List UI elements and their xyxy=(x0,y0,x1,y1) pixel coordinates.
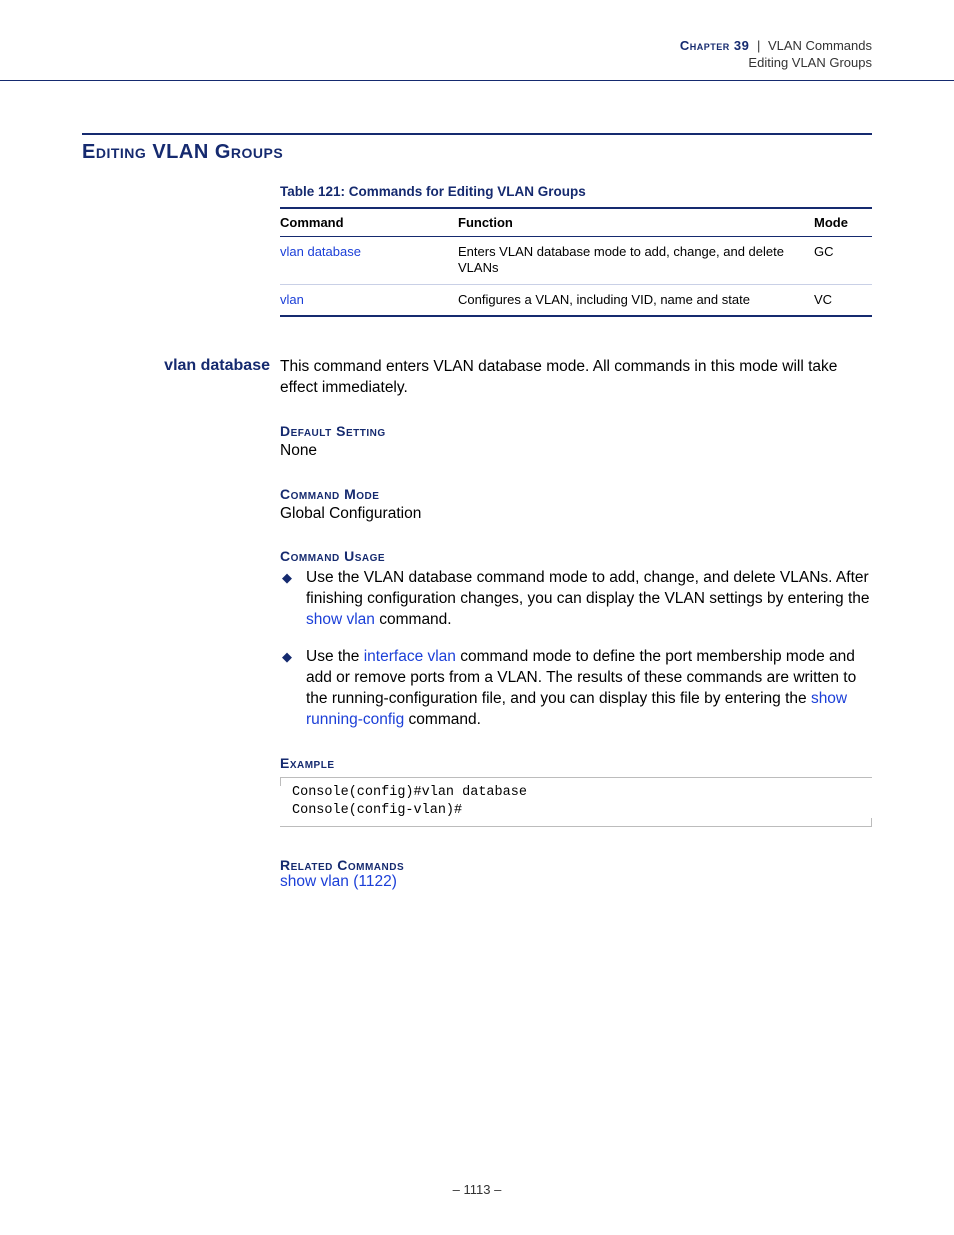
table-block: Table 121: Commands for Editing VLAN Gro… xyxy=(280,184,872,317)
entry-name: vlan database xyxy=(82,357,280,375)
chapter-label: Chapter 39 xyxy=(680,38,749,53)
page: Chapter 39 | VLAN Commands Editing VLAN … xyxy=(0,0,954,1235)
section-title: Editing VLAN Groups xyxy=(82,141,872,164)
header-subtitle: Editing VLAN Groups xyxy=(82,55,872,70)
table-header-row: Command Function Mode xyxy=(280,208,872,237)
default-setting-heading: Default Setting xyxy=(280,423,872,439)
page-header: Chapter 39 | VLAN Commands Editing VLAN … xyxy=(0,0,954,70)
page-number: – 1113 – xyxy=(0,1182,954,1197)
link-show-vlan[interactable]: show vlan xyxy=(306,611,375,628)
list-item: Use the VLAN database command mode to ad… xyxy=(280,568,872,631)
chapter-title: VLAN Commands xyxy=(768,38,872,53)
usage-list: Use the VLAN database command mode to ad… xyxy=(280,568,872,730)
cell-function: Enters VLAN database mode to add, change… xyxy=(458,237,814,285)
usage-text: command. xyxy=(375,611,452,628)
related-commands-heading: Related Commands xyxy=(280,857,872,873)
default-setting-value: None xyxy=(280,441,872,462)
usage-text: Use the xyxy=(306,648,364,665)
entry-row: vlan database This command enters VLAN d… xyxy=(82,357,872,399)
chapter-separator: | xyxy=(757,38,760,53)
list-item: Use the interface vlan command mode to d… xyxy=(280,647,872,731)
link-related-show-vlan[interactable]: show vlan (1122) xyxy=(280,873,872,891)
link-interface-vlan[interactable]: interface vlan xyxy=(364,648,456,665)
th-mode: Mode xyxy=(814,208,872,237)
example-code: Console(config)#vlan database Console(co… xyxy=(280,777,872,827)
commands-table: Command Function Mode vlan database Ente… xyxy=(280,207,872,317)
entry-description: This command enters VLAN database mode. … xyxy=(280,357,872,399)
table-row: vlan database Enters VLAN database mode … xyxy=(280,237,872,285)
entry-details: Default Setting None Command Mode Global… xyxy=(280,423,872,892)
command-usage-heading: Command Usage xyxy=(280,548,872,564)
th-command: Command xyxy=(280,208,458,237)
example-heading: Example xyxy=(280,755,872,771)
section-rule xyxy=(82,133,872,135)
table-row: vlan Configures a VLAN, including VID, n… xyxy=(280,284,872,316)
header-line-1: Chapter 39 | VLAN Commands xyxy=(82,38,872,53)
cell-function: Configures a VLAN, including VID, name a… xyxy=(458,284,814,316)
cell-mode: VC xyxy=(814,284,872,316)
command-link-vlan[interactable]: vlan xyxy=(280,292,304,307)
command-link-vlan-database[interactable]: vlan database xyxy=(280,244,361,259)
usage-text: command. xyxy=(404,711,481,728)
cell-mode: GC xyxy=(814,237,872,285)
usage-text: Use the VLAN database command mode to ad… xyxy=(306,569,870,607)
th-function: Function xyxy=(458,208,814,237)
command-mode-value: Global Configuration xyxy=(280,504,872,525)
command-mode-heading: Command Mode xyxy=(280,486,872,502)
table-caption: Table 121: Commands for Editing VLAN Gro… xyxy=(280,184,872,199)
command-entry-vlan-database: vlan database This command enters VLAN d… xyxy=(82,357,872,892)
content: Editing VLAN Groups Table 121: Commands … xyxy=(0,81,954,891)
